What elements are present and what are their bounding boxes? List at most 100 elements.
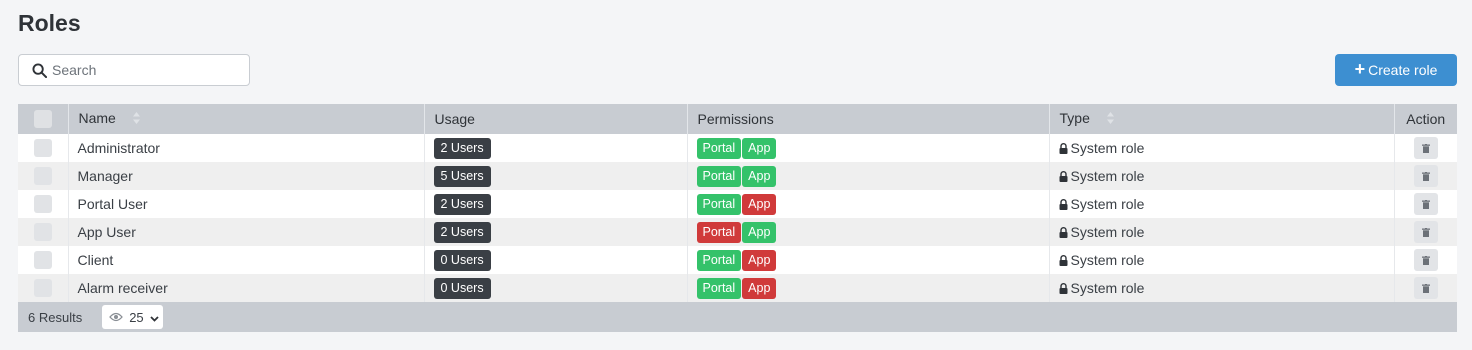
type-cell: System role xyxy=(1049,162,1395,190)
search-icon xyxy=(31,62,47,78)
trash-icon xyxy=(1421,253,1430,268)
row-select-cell xyxy=(18,134,69,162)
delete-role-button[interactable] xyxy=(1413,165,1438,187)
table-header-row: Name Usage Permissions Type Action xyxy=(18,104,1457,134)
permission-app-badge: App xyxy=(742,193,777,215)
delete-role-button[interactable] xyxy=(1413,249,1438,271)
permissions-cell: Portal App xyxy=(687,190,1050,218)
delete-role-button[interactable] xyxy=(1413,221,1438,243)
page-title: Roles xyxy=(18,10,81,36)
role-type: System role xyxy=(1070,223,1145,240)
type-cell: System role xyxy=(1049,134,1395,162)
lock-icon xyxy=(1059,281,1068,297)
row-select-cell xyxy=(18,190,69,218)
role-name: Client xyxy=(68,246,425,274)
table-row: Alarm receiver 0 Users Portal App System … xyxy=(18,274,1457,302)
column-header-name-label: Name xyxy=(78,110,116,127)
page-size-select[interactable]: 25 xyxy=(102,305,163,329)
row-checkbox[interactable] xyxy=(33,223,52,242)
role-name: Alarm receiver xyxy=(68,274,425,302)
sort-icon[interactable] xyxy=(132,111,141,128)
results-count: 6 Results xyxy=(28,309,83,325)
usage-cell: 0 Users xyxy=(424,246,688,274)
permission-portal-badge: Portal xyxy=(696,137,742,159)
table-row: Administrator 2 Users Portal App System r… xyxy=(18,134,1457,162)
role-name: Administrator xyxy=(68,134,425,162)
usage-badge: 0 Users xyxy=(433,249,491,271)
select-all-cell xyxy=(18,104,69,134)
search-box[interactable] xyxy=(18,54,250,86)
lock-icon xyxy=(1059,253,1068,269)
table-row: Manager 5 Users Portal App System role xyxy=(18,162,1457,190)
action-cell xyxy=(1394,218,1457,246)
action-cell xyxy=(1394,190,1457,218)
action-cell xyxy=(1394,274,1457,302)
row-checkbox[interactable] xyxy=(33,195,52,214)
role-type: System role xyxy=(1070,195,1145,212)
usage-cell: 2 Users xyxy=(424,218,688,246)
lock-icon xyxy=(1059,169,1068,185)
trash-icon xyxy=(1421,141,1430,156)
usage-badge: 2 Users xyxy=(433,193,491,215)
row-select-cell xyxy=(18,162,69,190)
create-role-button[interactable]: + Create role xyxy=(1335,54,1457,86)
permission-app-badge: App xyxy=(742,249,777,271)
lock-icon xyxy=(1059,225,1068,241)
permission-app-badge: App xyxy=(742,277,777,299)
row-checkbox[interactable] xyxy=(33,167,52,186)
usage-badge: 0 Users xyxy=(433,277,491,299)
column-header-type[interactable]: Type xyxy=(1049,104,1395,134)
permissions-cell: Portal App xyxy=(687,274,1050,302)
type-cell: System role xyxy=(1049,274,1395,302)
column-header-usage: Usage xyxy=(424,104,688,134)
type-cell: System role xyxy=(1049,246,1395,274)
column-header-name[interactable]: Name xyxy=(68,104,425,134)
row-select-cell xyxy=(18,274,69,302)
action-cell xyxy=(1394,134,1457,162)
table-footer: 6 Results 25 xyxy=(18,302,1457,332)
delete-role-button[interactable] xyxy=(1413,137,1438,159)
permissions-cell: Portal App xyxy=(687,134,1050,162)
delete-role-button[interactable] xyxy=(1413,277,1438,299)
row-checkbox[interactable] xyxy=(33,139,52,158)
row-checkbox[interactable] xyxy=(33,251,52,270)
permission-app-badge: App xyxy=(742,221,777,243)
type-cell: System role xyxy=(1049,218,1395,246)
permission-app-badge: App xyxy=(742,165,777,187)
roles-table: Name Usage Permissions Type Action Admin… xyxy=(18,104,1457,332)
permissions-cell: Portal App xyxy=(687,162,1050,190)
page-size-value: 25 xyxy=(129,309,144,325)
role-name: Portal User xyxy=(68,190,425,218)
trash-icon xyxy=(1421,197,1430,212)
table-row: App User 2 Users Portal App System role xyxy=(18,218,1457,246)
role-type: System role xyxy=(1070,279,1145,296)
lock-icon xyxy=(1059,141,1068,157)
usage-cell: 2 Users xyxy=(424,134,688,162)
action-cell xyxy=(1394,162,1457,190)
table-row: Portal User 2 Users Portal App System rol… xyxy=(18,190,1457,218)
trash-icon xyxy=(1421,169,1430,184)
plus-icon: + xyxy=(1354,59,1366,79)
column-header-type-label: Type xyxy=(1059,110,1090,127)
action-cell xyxy=(1394,246,1457,274)
role-name: App User xyxy=(68,218,425,246)
column-header-action: Action xyxy=(1406,111,1446,127)
sort-icon[interactable] xyxy=(1106,111,1115,128)
search-input[interactable] xyxy=(52,62,242,78)
usage-cell: 5 Users xyxy=(424,162,688,190)
eye-icon xyxy=(109,310,124,325)
row-select-cell xyxy=(18,246,69,274)
usage-badge: 2 Users xyxy=(433,137,491,159)
trash-icon xyxy=(1421,225,1430,240)
delete-role-button[interactable] xyxy=(1413,193,1438,215)
role-type: System role xyxy=(1070,139,1145,156)
chevron-down-icon xyxy=(150,310,159,325)
column-header-permissions: Permissions xyxy=(687,104,1050,134)
permissions-cell: Portal App xyxy=(687,246,1050,274)
table-row: Client 0 Users Portal App System role xyxy=(18,246,1457,274)
row-checkbox[interactable] xyxy=(33,279,52,298)
permission-portal-badge: Portal xyxy=(696,277,742,299)
select-all-checkbox[interactable] xyxy=(33,110,52,129)
type-cell: System role xyxy=(1049,190,1395,218)
trash-icon xyxy=(1421,281,1430,296)
